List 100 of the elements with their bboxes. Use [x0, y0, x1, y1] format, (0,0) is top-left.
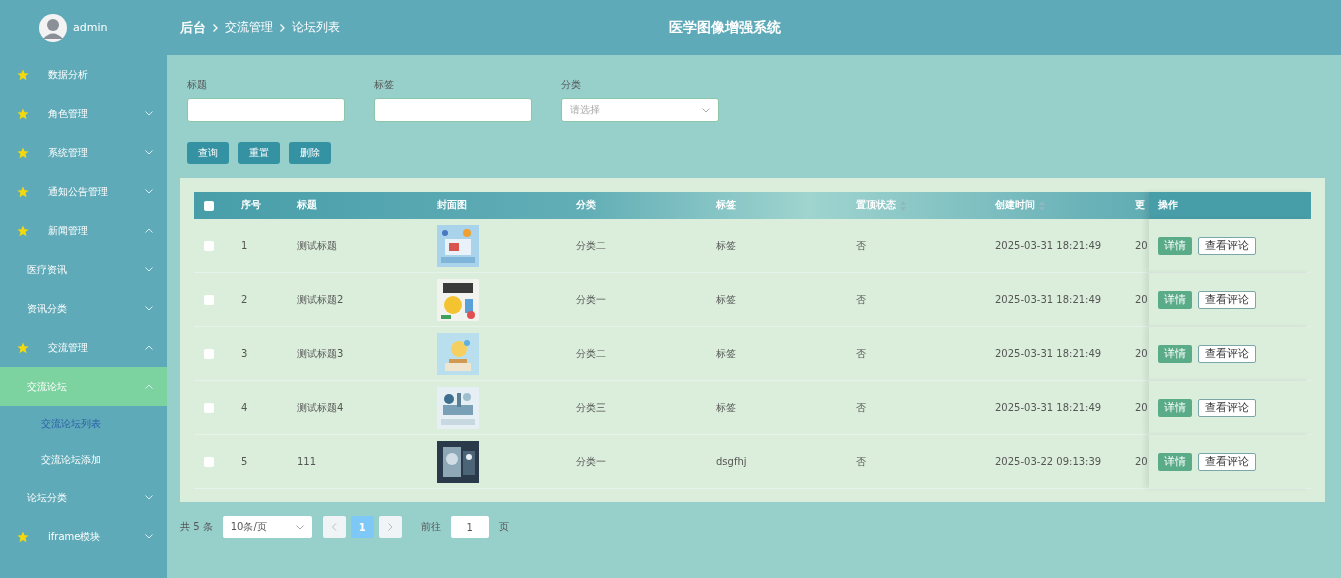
comments-button[interactable]: 查看评论 [1198, 344, 1256, 363]
sort-icon[interactable] [1039, 200, 1045, 211]
table-cell: 2025-03-22 09:13:39 [995, 456, 1102, 467]
chevron-down-icon [702, 107, 710, 113]
column-header: 序号 [241, 199, 261, 212]
checkbox[interactable] [204, 348, 214, 359]
table-cell: 标签 [716, 238, 736, 253]
user-name: admin [73, 21, 108, 34]
sidebar-item[interactable]: 新闻管理 [0, 211, 167, 250]
sidebar-item[interactable]: 系统管理 [0, 133, 167, 172]
checkbox[interactable] [204, 240, 214, 251]
chevron-right-icon [213, 23, 218, 32]
column-header[interactable]: 置顶状态 [856, 199, 896, 212]
sidebar-item[interactable]: 交流论坛列表 [0, 406, 167, 442]
sidebar-item[interactable]: 交流管理 [0, 328, 167, 367]
star-icon [17, 530, 29, 543]
sidebar-item[interactable]: 交流论坛添加 [0, 442, 167, 478]
sidebar-item[interactable]: 交流论坛 [0, 367, 167, 406]
table-cell: 1 [241, 240, 248, 251]
comments-button[interactable]: 查看评论 [1198, 236, 1256, 255]
sidebar-item[interactable]: 数据分析 [0, 55, 167, 94]
column-header: 操作 [1158, 199, 1178, 212]
table-cell: 测试标题4 [297, 400, 344, 415]
action-button[interactable]: 重置 [238, 142, 280, 164]
chevron-right-icon [387, 523, 393, 531]
breadcrumb-item: 论坛列表 [292, 20, 340, 35]
detail-button[interactable]: 详情 [1158, 452, 1192, 471]
column-header: 封面图 [437, 199, 467, 212]
app-title: 医学图像增强系统 [669, 18, 781, 37]
star-icon [17, 224, 29, 237]
table-cell: 2 [241, 294, 248, 305]
table-cell: 否 [856, 238, 866, 253]
filter-label: 标题 [187, 79, 208, 92]
table-cell: 20 [1135, 294, 1148, 305]
table-cell: 3 [241, 348, 248, 359]
table-cell: 2025-03-31 18:21:49 [995, 294, 1102, 305]
checkbox[interactable] [204, 294, 214, 305]
table-cell: 2025-03-31 18:21:49 [995, 348, 1102, 359]
table-cell: 否 [856, 400, 866, 415]
table-cell: 分类一 [576, 292, 606, 307]
next-page-button[interactable] [378, 516, 402, 538]
comments-button[interactable]: 查看评论 [1198, 452, 1256, 471]
table-cell: 20 [1135, 456, 1148, 467]
detail-button[interactable]: 详情 [1158, 398, 1192, 417]
chevron-right-icon [280, 23, 285, 32]
column-header[interactable]: 创建时间 [995, 199, 1035, 212]
star-icon [17, 341, 29, 354]
star-icon [17, 185, 29, 198]
avatar [39, 13, 67, 42]
chevron-down-icon [145, 306, 153, 311]
table-cell: 分类二 [576, 346, 606, 361]
sidebar-item[interactable]: 通知公告管理 [0, 172, 167, 211]
checkbox[interactable] [204, 456, 214, 467]
column-header: 标题 [297, 199, 317, 212]
checkbox[interactable] [204, 200, 214, 211]
table-cell: 分类三 [576, 400, 606, 415]
table-cell: 分类二 [576, 238, 606, 253]
prev-page-button[interactable] [322, 516, 346, 538]
sidebar-item[interactable]: 资讯分类 [0, 289, 167, 328]
sidebar-item[interactable]: 论坛分类 [0, 478, 167, 517]
input-field[interactable] [187, 98, 345, 122]
select-field[interactable]: 请选择 [561, 98, 719, 122]
column-header: 标签 [716, 199, 736, 212]
table-cell: 分类一 [576, 454, 606, 469]
column-header: 分类 [576, 199, 596, 212]
page-suffix: 页 [498, 520, 509, 534]
sidebar-item[interactable]: 角色管理 [0, 94, 167, 133]
table-cell: 否 [856, 454, 866, 469]
detail-button[interactable]: 详情 [1158, 290, 1192, 309]
table-cell: 测试标题 [297, 238, 337, 253]
column-header: 更 [1135, 199, 1145, 212]
sidebar-item[interactable]: 医疗资讯 [0, 250, 167, 289]
action-button[interactable]: 查询 [187, 142, 229, 164]
page-number[interactable]: 1 [350, 516, 374, 538]
breadcrumb-item[interactable]: 交流管理 [225, 20, 273, 35]
table-cell: 测试标题2 [297, 292, 344, 307]
table-cell: 20 [1135, 240, 1148, 251]
breadcrumb-item[interactable]: 后台 [180, 18, 206, 37]
goto-label: 前往 [420, 520, 441, 534]
action-button[interactable]: 删除 [289, 142, 331, 164]
comments-button[interactable]: 查看评论 [1198, 398, 1256, 417]
chevron-down-icon [145, 189, 153, 194]
checkbox[interactable] [204, 402, 214, 413]
chevron-down-icon [145, 495, 153, 500]
table-cell: 否 [856, 346, 866, 361]
star-icon [17, 146, 29, 159]
table-cell: 否 [856, 292, 866, 307]
chevron-up-icon [145, 228, 153, 233]
table-cell: dsgfhj [716, 456, 747, 467]
filter-label: 标签 [374, 79, 395, 92]
detail-button[interactable]: 详情 [1158, 236, 1192, 255]
chevron-down-icon [145, 111, 153, 116]
page-size-select[interactable]: 10条/页 [222, 516, 312, 538]
detail-button[interactable]: 详情 [1158, 344, 1192, 363]
input-field[interactable] [374, 98, 532, 122]
sidebar-item[interactable]: iframe模块 [0, 517, 167, 556]
chevron-down-icon [295, 524, 304, 530]
comments-button[interactable]: 查看评论 [1198, 290, 1256, 309]
page-input[interactable]: 1 [450, 516, 489, 538]
chevron-up-icon [145, 345, 153, 350]
